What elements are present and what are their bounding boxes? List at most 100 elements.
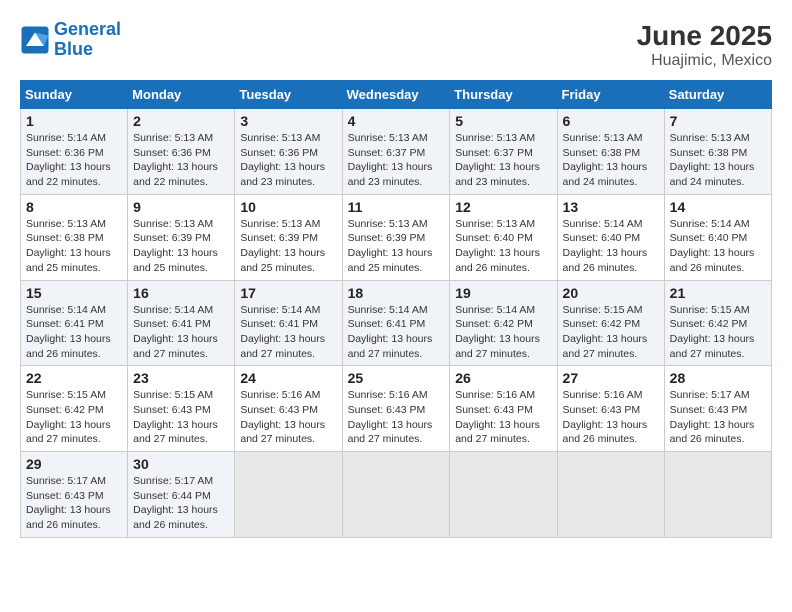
table-row: 30 Sunrise: 5:17 AMSunset: 6:44 PMDayligh… (128, 452, 235, 538)
table-row: 3Sunrise: 5:13 AMSunset: 6:36 PMDaylight… (235, 109, 342, 195)
table-row (235, 452, 342, 538)
table-row (342, 452, 450, 538)
day-detail: Sunrise: 5:16 AMSunset: 6:43 PMDaylight:… (563, 388, 659, 447)
day-detail: Sunrise: 5:13 AMSunset: 6:36 PMDaylight:… (133, 131, 229, 190)
table-row: 5Sunrise: 5:13 AMSunset: 6:37 PMDaylight… (450, 109, 557, 195)
day-number: 20 (563, 285, 659, 301)
calendar-title: June 2025 (637, 20, 772, 52)
table-row: 23 Sunrise: 5:15 AMSunset: 6:43 PMDayligh… (128, 366, 235, 452)
day-number: 16 (133, 285, 229, 301)
day-number: 22 (26, 370, 122, 386)
day-detail: Sunrise: 5:17 AMSunset: 6:43 PMDaylight:… (670, 388, 766, 447)
day-detail: Sunrise: 5:13 AMSunset: 6:39 PMDaylight:… (348, 217, 445, 276)
table-row: 13Sunrise: 5:14 AMSunset: 6:40 PMDayligh… (557, 194, 664, 280)
table-row: 7 Sunrise: 5:13 AMSunset: 6:38 PMDaylight… (664, 109, 771, 195)
day-number: 9 (133, 199, 229, 215)
day-number: 28 (670, 370, 766, 386)
logo-text: General Blue (54, 20, 121, 60)
table-row: 18 Sunrise: 5:14 AMSunset: 6:41 PMDayligh… (342, 280, 450, 366)
day-detail: Sunrise: 5:16 AMSunset: 6:43 PMDaylight:… (348, 388, 445, 447)
table-row: 29 Sunrise: 5:17 AMSunset: 6:43 PMDayligh… (21, 452, 128, 538)
table-row: 27Sunrise: 5:16 AMSunset: 6:43 PMDayligh… (557, 366, 664, 452)
day-detail: Sunrise: 5:13 AMSunset: 6:38 PMDaylight:… (26, 217, 122, 276)
day-detail: Sunrise: 5:14 AMSunset: 6:36 PMDaylight:… (26, 131, 122, 190)
day-number: 1 (26, 113, 122, 129)
day-number: 12 (455, 199, 551, 215)
day-number: 30 (133, 456, 229, 472)
calendar-week-row: 15 Sunrise: 5:14 AMSunset: 6:41 PMDayligh… (21, 280, 772, 366)
day-detail: Sunrise: 5:16 AMSunset: 6:43 PMDaylight:… (455, 388, 551, 447)
calendar-week-row: 8 Sunrise: 5:13 AMSunset: 6:38 PMDaylight… (21, 194, 772, 280)
col-tuesday: Tuesday (235, 81, 342, 109)
day-number: 15 (26, 285, 122, 301)
table-row: 2Sunrise: 5:13 AMSunset: 6:36 PMDaylight… (128, 109, 235, 195)
day-number: 7 (670, 113, 766, 129)
day-detail: Sunrise: 5:13 AMSunset: 6:40 PMDaylight:… (455, 217, 551, 276)
table-row (664, 452, 771, 538)
table-row: 22 Sunrise: 5:15 AMSunset: 6:42 PMDayligh… (21, 366, 128, 452)
day-number: 21 (670, 285, 766, 301)
calendar-body: 1 Sunrise: 5:14 AMSunset: 6:36 PMDaylight… (21, 109, 772, 538)
day-number: 13 (563, 199, 659, 215)
table-row: 17 Sunrise: 5:14 AMSunset: 6:41 PMDayligh… (235, 280, 342, 366)
logo: General Blue (20, 20, 121, 60)
day-number: 8 (26, 199, 122, 215)
day-number: 18 (348, 285, 445, 301)
title-block: June 2025 Huajimic, Mexico (637, 20, 772, 70)
col-thursday: Thursday (450, 81, 557, 109)
table-row: 24 Sunrise: 5:16 AMSunset: 6:43 PMDayligh… (235, 366, 342, 452)
table-row: 15Sunrise: 5:14 AMSunset: 6:41 PMDayligh… (21, 280, 128, 366)
day-number: 23 (133, 370, 229, 386)
logo-line1: General (54, 19, 121, 39)
day-detail: Sunrise: 5:14 AMSunset: 6:42 PMDaylight:… (455, 303, 551, 362)
table-row: 26 Sunrise: 5:16 AMSunset: 6:43 PMDayligh… (450, 366, 557, 452)
calendar-week-row: 22 Sunrise: 5:15 AMSunset: 6:42 PMDayligh… (21, 366, 772, 452)
day-detail: Sunrise: 5:13 AMSunset: 6:37 PMDaylight:… (348, 131, 445, 190)
day-number: 6 (563, 113, 659, 129)
table-row: 16 Sunrise: 5:14 AMSunset: 6:41 PMDayligh… (128, 280, 235, 366)
day-detail: Sunrise: 5:15 AMSunset: 6:42 PMDaylight:… (563, 303, 659, 362)
day-detail: Sunrise: 5:15 AMSunset: 6:43 PMDaylight:… (133, 388, 229, 447)
day-detail: Sunrise: 5:14 AMSunset: 6:41 PMDaylight:… (348, 303, 445, 362)
col-sunday: Sunday (21, 81, 128, 109)
table-row: 12 Sunrise: 5:13 AMSunset: 6:40 PMDayligh… (450, 194, 557, 280)
day-detail: Sunrise: 5:13 AMSunset: 6:37 PMDaylight:… (455, 131, 551, 190)
table-row: 9Sunrise: 5:13 AMSunset: 6:39 PMDaylight… (128, 194, 235, 280)
table-row: 28 Sunrise: 5:17 AMSunset: 6:43 PMDayligh… (664, 366, 771, 452)
day-detail: Sunrise: 5:17 AMSunset: 6:43 PMDaylight:… (26, 474, 122, 533)
col-saturday: Saturday (664, 81, 771, 109)
table-row (557, 452, 664, 538)
day-detail: Sunrise: 5:17 AMSunset: 6:44 PMDaylight:… (133, 474, 229, 533)
table-row: 19 Sunrise: 5:14 AMSunset: 6:42 PMDayligh… (450, 280, 557, 366)
day-number: 24 (240, 370, 336, 386)
day-detail: Sunrise: 5:14 AMSunset: 6:41 PMDaylight:… (133, 303, 229, 362)
day-number: 14 (670, 199, 766, 215)
day-detail: Sunrise: 5:15 AMSunset: 6:42 PMDaylight:… (26, 388, 122, 447)
col-monday: Monday (128, 81, 235, 109)
calendar-subtitle: Huajimic, Mexico (637, 52, 772, 70)
table-row: 20 Sunrise: 5:15 AMSunset: 6:42 PMDayligh… (557, 280, 664, 366)
day-number: 26 (455, 370, 551, 386)
calendar-week-row: 1 Sunrise: 5:14 AMSunset: 6:36 PMDaylight… (21, 109, 772, 195)
day-detail: Sunrise: 5:14 AMSunset: 6:41 PMDaylight:… (240, 303, 336, 362)
calendar-header-row: Sunday Monday Tuesday Wednesday Thursday… (21, 81, 772, 109)
table-row: 21Sunrise: 5:15 AMSunset: 6:42 PMDayligh… (664, 280, 771, 366)
logo-icon (20, 25, 50, 55)
day-detail: Sunrise: 5:13 AMSunset: 6:38 PMDaylight:… (670, 131, 766, 190)
day-number: 17 (240, 285, 336, 301)
day-number: 4 (348, 113, 445, 129)
col-friday: Friday (557, 81, 664, 109)
logo-line2: Blue (54, 39, 93, 59)
table-row: 4 Sunrise: 5:13 AMSunset: 6:37 PMDaylight… (342, 109, 450, 195)
day-detail: Sunrise: 5:14 AMSunset: 6:40 PMDaylight:… (670, 217, 766, 276)
day-detail: Sunrise: 5:13 AMSunset: 6:39 PMDaylight:… (240, 217, 336, 276)
page-header: General Blue June 2025 Huajimic, Mexico (20, 20, 772, 70)
day-number: 19 (455, 285, 551, 301)
table-row: 1 Sunrise: 5:14 AMSunset: 6:36 PMDaylight… (21, 109, 128, 195)
table-row: 25Sunrise: 5:16 AMSunset: 6:43 PMDayligh… (342, 366, 450, 452)
day-number: 3 (240, 113, 336, 129)
table-row: 10 Sunrise: 5:13 AMSunset: 6:39 PMDayligh… (235, 194, 342, 280)
day-number: 29 (26, 456, 122, 472)
day-number: 10 (240, 199, 336, 215)
day-detail: Sunrise: 5:16 AMSunset: 6:43 PMDaylight:… (240, 388, 336, 447)
